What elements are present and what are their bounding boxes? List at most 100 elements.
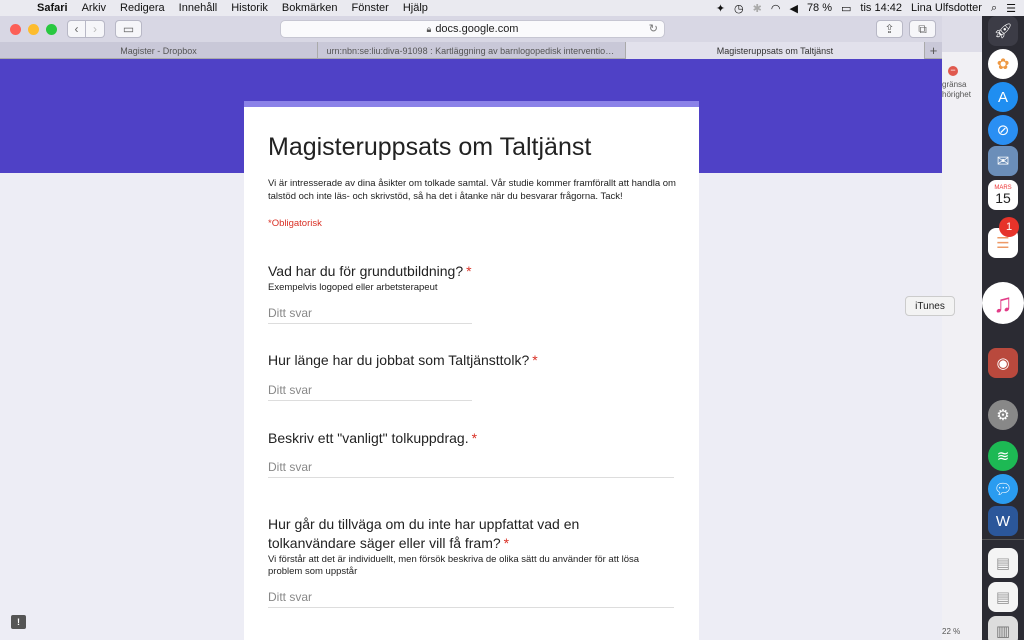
volume-icon[interactable]: ◀ — [789, 2, 797, 15]
tab-label: Magister - Dropbox — [120, 45, 197, 56]
spotify-icon[interactable]: ≋ — [988, 441, 1018, 471]
itunes-icon[interactable]: ♫ — [982, 282, 1024, 324]
menu-redigera[interactable]: Redigera — [113, 2, 172, 14]
preview-icon[interactable]: ✉ — [988, 146, 1018, 176]
system-preferences-icon[interactable]: ⚙ — [988, 400, 1018, 430]
bluetooth-icon[interactable]: ✱ — [753, 2, 762, 15]
dock-tooltip: iTunes — [905, 296, 955, 316]
chevron-right-icon: › — [93, 22, 97, 36]
fullscreen-window-button[interactable] — [46, 23, 57, 35]
tab-dropbox[interactable]: Magister - Dropbox — [0, 42, 318, 59]
address-bar[interactable]: 🔒︎ docs.google.com ↻ — [280, 20, 665, 38]
question-help: Exempelvis logoped eller arbetsterapeut — [268, 282, 438, 293]
menu-innehall[interactable]: Innehåll — [172, 2, 225, 14]
menu-hjalp[interactable]: Hjälp — [396, 2, 435, 14]
new-tab-button[interactable]: + — [925, 42, 942, 58]
answer-field-3[interactable]: Ditt svar — [268, 460, 674, 478]
menu-safari[interactable]: Safari — [30, 2, 75, 14]
tab-bar: Magister - Dropbox urn:nbn:se:liu:diva-9… — [0, 42, 942, 59]
form-card: Magisteruppsats om Taltjänst Vi är intre… — [244, 101, 699, 640]
show-tabs-button[interactable]: ⧉ — [909, 20, 936, 38]
zoom-level: 22 % — [942, 627, 961, 636]
form-description: Vi är intresserade av dina åsikter om to… — [268, 178, 676, 202]
wifi-icon[interactable]: ◠ — [771, 2, 781, 15]
back-button[interactable]: ‹ — [67, 20, 86, 38]
question-1: Vad har du för grundutbildning? * Exempel… — [268, 262, 678, 324]
calendar-day: 15 — [995, 190, 1011, 206]
clock[interactable]: tis 14:42 — [860, 2, 902, 14]
minus-icon: − — [948, 66, 958, 76]
app-store-icon[interactable]: A — [988, 82, 1018, 112]
time-machine-icon[interactable]: ◷ — [734, 2, 744, 15]
menu-fonster[interactable]: Fönster — [345, 2, 396, 14]
menu-bar: Safari Arkiv Redigera Innehåll Historik … — [0, 0, 1024, 16]
question-2: Hur länge har du jobbat som Taltjänsttol… — [268, 351, 678, 401]
reminders-badge: 1 — [999, 217, 1019, 237]
safari-window: ‹ › ▭ 🔒︎ docs.google.com ↻ ⇪ ⧉ Magister … — [0, 16, 942, 640]
question-title: Beskriv ett "vanligt" tolkuppdrag. — [268, 430, 469, 446]
menu-bokmarken[interactable]: Bokmärken — [275, 2, 345, 14]
browser-toolbar: ‹ › ▭ 🔒︎ docs.google.com ↻ ⇪ ⧉ — [0, 16, 942, 42]
dropbox-icon[interactable]: ✦ — [716, 2, 725, 15]
notification-center-icon[interactable]: ☰ — [1006, 2, 1016, 15]
sidebar-icon: ▭ — [122, 22, 135, 36]
menu-historik[interactable]: Historik — [224, 2, 275, 14]
navigation-buttons: ‹ › — [67, 20, 105, 38]
forward-button[interactable]: › — [86, 20, 105, 38]
tab-label: Magisteruppsats om Taltjänst — [716, 45, 834, 56]
launchpad-icon[interactable]: 🚀︎ — [988, 16, 1018, 46]
answer-field-1[interactable]: Ditt svar — [268, 306, 472, 324]
question-3: Beskriv ett "vanligt" tolkuppdrag. * Ditt… — [268, 429, 678, 478]
safari-icon[interactable]: ⊘ — [988, 115, 1018, 145]
required-note: *Obligatorisk — [268, 218, 322, 229]
answer-field-2[interactable]: Ditt svar — [268, 383, 472, 401]
web-page: Magisteruppsats om Taltjänst Vi är intre… — [0, 59, 942, 640]
messages-icon[interactable]: 💬︎ — [988, 474, 1018, 504]
battery-icon[interactable]: ▭ — [841, 2, 851, 15]
question-title: Vad har du för grundutbildning? — [268, 263, 464, 279]
dock-divider — [982, 539, 1024, 540]
tab-magisteruppsats[interactable]: Magisteruppsats om Taltjänst — [626, 42, 925, 59]
report-problem-button[interactable]: ! — [11, 615, 26, 629]
share-button[interactable]: ⇪ — [876, 20, 903, 38]
menu-arkiv[interactable]: Arkiv — [75, 2, 113, 14]
tabs-icon: ⧉ — [918, 21, 927, 36]
trash-icon[interactable]: ▥ — [988, 616, 1018, 640]
word-icon[interactable]: W — [988, 506, 1018, 536]
form-title: Magisteruppsats om Taltjänst — [268, 133, 592, 161]
background-window-toolbar — [942, 16, 982, 52]
question-title: Hur länge har du jobbat som Taltjänsttol… — [268, 352, 530, 368]
chevron-left-icon: ‹ — [74, 22, 79, 36]
dock: 🚀︎ ✿ A ⊘ ✉ MARS 15 ☰ ♫ ◉ ⚙ ≋ 💬︎ W ▤ ▤ ▥ — [982, 16, 1024, 640]
question-4: Hur går du tillväga om du inte har uppfa… — [268, 515, 678, 608]
close-window-button[interactable] — [10, 23, 21, 35]
tab-diva[interactable]: urn:nbn:se:liu:diva-91098 : Kartläggning… — [318, 42, 626, 59]
exclamation-icon: ! — [17, 617, 20, 627]
plus-icon: + — [929, 42, 938, 58]
question-title: Hur går du tillväga om du inte har uppfa… — [268, 516, 580, 551]
background-window-text: gränsa hörighet — [942, 80, 971, 99]
user-name[interactable]: Lina Ulfsdotter — [911, 2, 982, 14]
share-icon: ⇪ — [884, 22, 895, 36]
question-help: Vi förstår att det är individuellt, men … — [268, 554, 640, 577]
document-icon[interactable]: ▤ — [988, 582, 1018, 612]
photos-icon[interactable]: ✿ — [988, 49, 1018, 79]
window-controls — [10, 23, 57, 35]
calendar-icon[interactable]: MARS 15 — [988, 180, 1018, 210]
background-window: − gränsa hörighet 22 % — [942, 16, 982, 640]
url-text: docs.google.com — [435, 23, 519, 35]
reload-icon[interactable]: ↻ — [649, 22, 658, 35]
photo-booth-icon[interactable]: ◉ — [988, 348, 1018, 378]
required-star: * — [532, 352, 538, 368]
lock-icon: 🔒︎ — [426, 23, 432, 34]
minimize-window-button[interactable] — [28, 23, 39, 35]
sidebar-toggle-button[interactable]: ▭ — [115, 20, 142, 38]
answer-field-4[interactable]: Ditt svar — [268, 590, 674, 608]
document-icon[interactable]: ▤ — [988, 548, 1018, 578]
required-star: * — [503, 535, 510, 551]
tab-label: urn:nbn:se:liu:diva-91098 : Kartläggning… — [326, 45, 617, 56]
battery-percent[interactable]: 78 % — [807, 2, 832, 14]
spotlight-icon[interactable]: ⌕ — [991, 2, 997, 15]
required-star: * — [466, 263, 472, 279]
required-star: * — [471, 430, 478, 446]
